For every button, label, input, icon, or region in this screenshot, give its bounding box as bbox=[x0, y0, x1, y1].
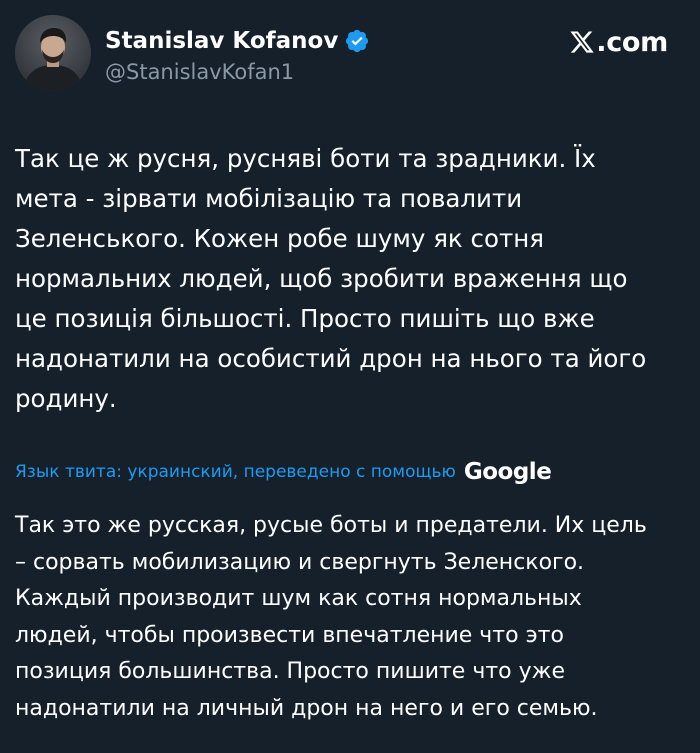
tweet-header: Stanislav Kofanov @StanislavKofan1 .com bbox=[0, 0, 700, 110]
brand-watermark: .com bbox=[569, 22, 668, 62]
avatar-photo bbox=[15, 15, 91, 91]
verified-badge-icon bbox=[344, 28, 370, 54]
translation-label-link[interactable]: Язык твита: украинский, переведено с пом… bbox=[15, 462, 456, 482]
brand-text: .com bbox=[596, 26, 668, 58]
tweet-text: Так це ж русня, руснявi боти та зрадники… bbox=[15, 144, 647, 413]
author-display-name[interactable]: Stanislav Kofanov bbox=[105, 28, 338, 54]
translation-attribution[interactable]: Язык твита: украинский, переведено с пом… bbox=[15, 456, 552, 488]
google-logo: Google bbox=[463, 459, 552, 485]
avatar[interactable] bbox=[15, 15, 91, 91]
author-handle[interactable]: @StanislavKofan1 bbox=[105, 60, 294, 84]
x-logo-icon bbox=[570, 31, 594, 53]
author-name-row[interactable]: Stanislav Kofanov bbox=[105, 24, 370, 58]
translated-text: Так это же русская, русые боты и предате… bbox=[15, 513, 647, 721]
